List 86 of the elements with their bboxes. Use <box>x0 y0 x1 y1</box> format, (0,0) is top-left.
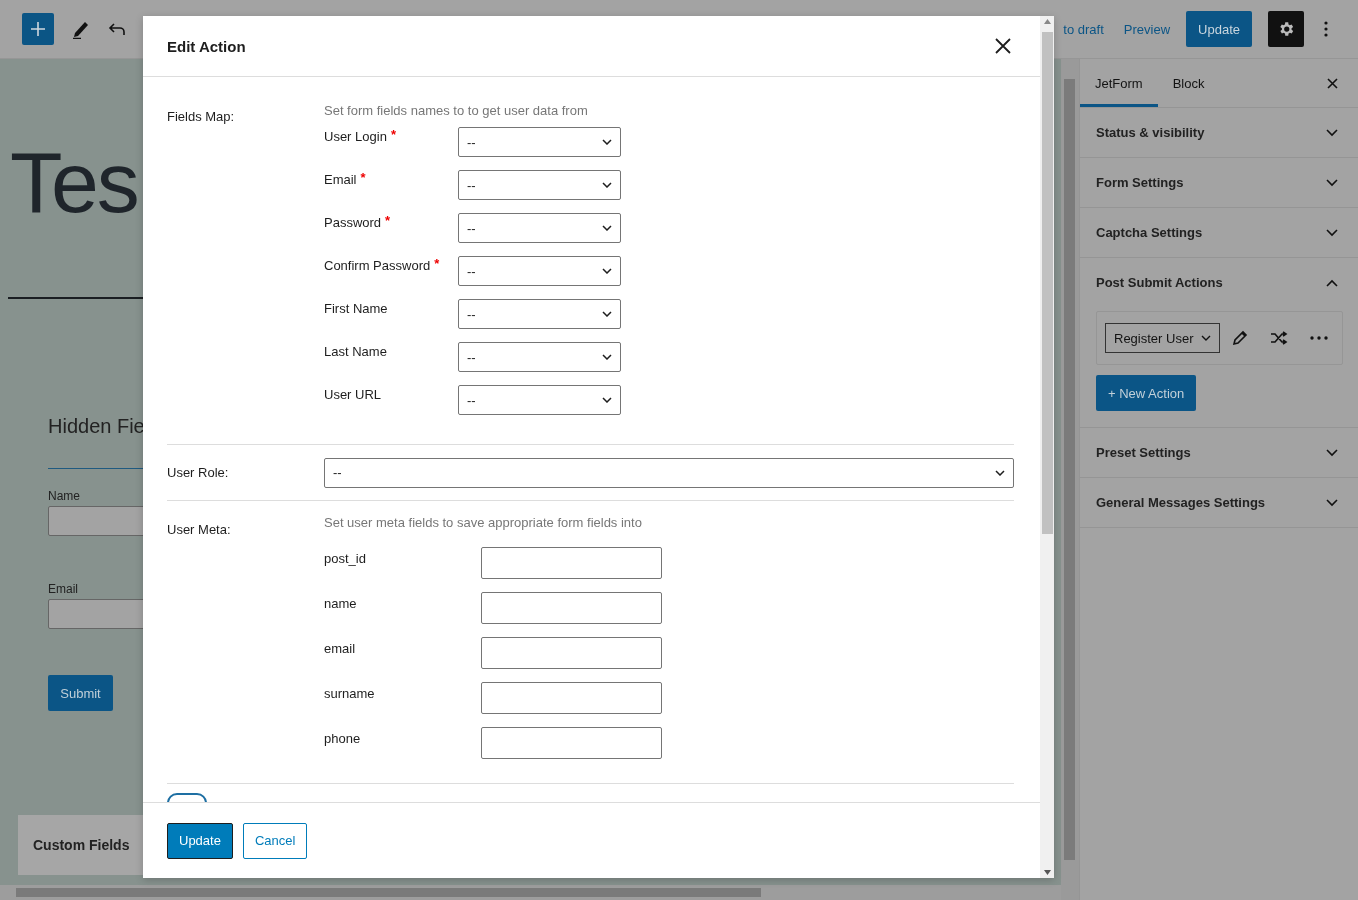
input-field[interactable] <box>481 636 662 669</box>
input-field[interactable] <box>481 726 662 759</box>
panel-title[interactable]: Form Settings <box>1096 175 1184 190</box>
more-icon[interactable] <box>1310 336 1328 340</box>
chevron-down-icon[interactable] <box>1326 128 1338 137</box>
dialog-title: Edit Action <box>167 37 246 55</box>
input-field[interactable] <box>481 591 662 624</box>
input-field[interactable] <box>481 681 662 714</box>
cancel-button[interactable]: Cancel <box>242 822 308 859</box>
meta-field-label: email <box>324 641 357 656</box>
panel-title[interactable]: Captcha Settings <box>1096 225 1203 240</box>
section-heading: Hidden Fie <box>48 415 145 438</box>
select-field[interactable]: -- <box>458 170 621 200</box>
field-label: Confirm Password <box>324 257 431 273</box>
chevron-down-icon <box>602 225 612 231</box>
chevron-down-icon[interactable] <box>1326 498 1338 507</box>
meta-field-label: post_id <box>324 551 367 566</box>
hint-text: Set form fields names to to get user data from <box>324 103 589 118</box>
field-label: Email <box>324 171 357 187</box>
vertical-scrollbar[interactable] <box>1061 59 1079 900</box>
input-field[interactable] <box>481 546 662 579</box>
required-mark: * <box>434 256 440 271</box>
required-mark: * <box>385 213 391 228</box>
select-field[interactable]: -- <box>324 457 1014 488</box>
hint-text: Set user meta fields to save appropriate form fields into <box>324 515 643 530</box>
add-block-button[interactable] <box>22 13 54 45</box>
chevron-down-icon <box>602 139 612 145</box>
select-field[interactable]: -- <box>458 342 621 372</box>
field-label: First Name <box>324 300 388 316</box>
field-label: Name <box>48 489 80 503</box>
switch-to-draft-link[interactable]: to draft <box>1063 21 1104 37</box>
required-mark: * <box>360 170 366 185</box>
scroll-up-icon[interactable] <box>1043 19 1051 24</box>
select-field[interactable]: -- <box>458 127 621 157</box>
chevron-down-icon <box>602 397 612 403</box>
chevron-down-icon[interactable] <box>1326 448 1338 457</box>
panel-title[interactable]: Post Submit Actions <box>1096 275 1223 290</box>
update-button[interactable]: Update <box>1186 11 1252 47</box>
select-field[interactable]: -- <box>458 385 621 415</box>
scroll-down-icon[interactable] <box>1043 870 1051 875</box>
chevron-down-icon <box>602 268 612 274</box>
dialog-scrollbar[interactable] <box>1040 16 1054 878</box>
chevron-down-icon <box>602 182 612 188</box>
chevron-down-icon <box>602 354 612 360</box>
meta-field-label: name <box>324 596 358 611</box>
meta-field-label: phone <box>324 731 362 746</box>
panel-title: Custom Fields <box>33 837 130 853</box>
action-select[interactable]: Register User <box>1105 323 1220 353</box>
post-title: Tes <box>9 139 138 225</box>
section-label: User Role: <box>167 465 230 480</box>
chevron-down-icon <box>1201 335 1211 341</box>
select-field[interactable]: -- <box>458 256 621 286</box>
chevron-up-icon[interactable] <box>1326 278 1338 287</box>
field-label: User URL <box>324 386 382 402</box>
select-field[interactable]: -- <box>458 299 621 329</box>
shuffle-icon[interactable] <box>1270 331 1288 345</box>
more-options-icon[interactable] <box>1324 21 1328 37</box>
field-label: Last Name <box>324 343 387 359</box>
section-label: User Meta: <box>167 521 232 539</box>
chevron-down-icon <box>602 311 612 317</box>
field-label: Password <box>324 214 382 230</box>
sidebar-tab[interactable]: JetForm <box>1080 59 1158 107</box>
select-field[interactable]: -- <box>458 213 621 243</box>
plus-icon <box>30 21 46 37</box>
close-icon[interactable] <box>1327 77 1338 89</box>
chevron-down-icon[interactable] <box>1326 178 1338 187</box>
section-label: Fields Map: <box>167 108 236 126</box>
required-mark: * <box>390 127 396 142</box>
field-label: User Login <box>324 128 387 144</box>
settings-button[interactable] <box>1268 11 1304 47</box>
panel-title[interactable]: Status & visibility <box>1096 125 1205 140</box>
pencil-icon[interactable] <box>72 19 90 39</box>
sidebar-tab[interactable]: Block <box>1157 59 1220 107</box>
panel-title[interactable]: General Messages Settings <box>1096 495 1266 510</box>
undo-icon[interactable] <box>108 22 126 36</box>
horizontal-scrollbar[interactable] <box>0 885 1061 900</box>
update-button[interactable]: Update <box>167 822 233 859</box>
meta-field-label: surname <box>324 686 376 701</box>
chevron-down-icon <box>995 469 1005 476</box>
close-icon[interactable] <box>995 38 1011 54</box>
submit-button[interactable]: Submit <box>48 675 113 711</box>
new-action-button[interactable]: + New Action <box>1096 375 1197 411</box>
pencil-icon[interactable] <box>1232 330 1248 346</box>
field-label: Email <box>48 582 78 596</box>
panel-title[interactable]: Preset Settings <box>1096 445 1191 460</box>
chevron-down-icon[interactable] <box>1326 228 1338 237</box>
